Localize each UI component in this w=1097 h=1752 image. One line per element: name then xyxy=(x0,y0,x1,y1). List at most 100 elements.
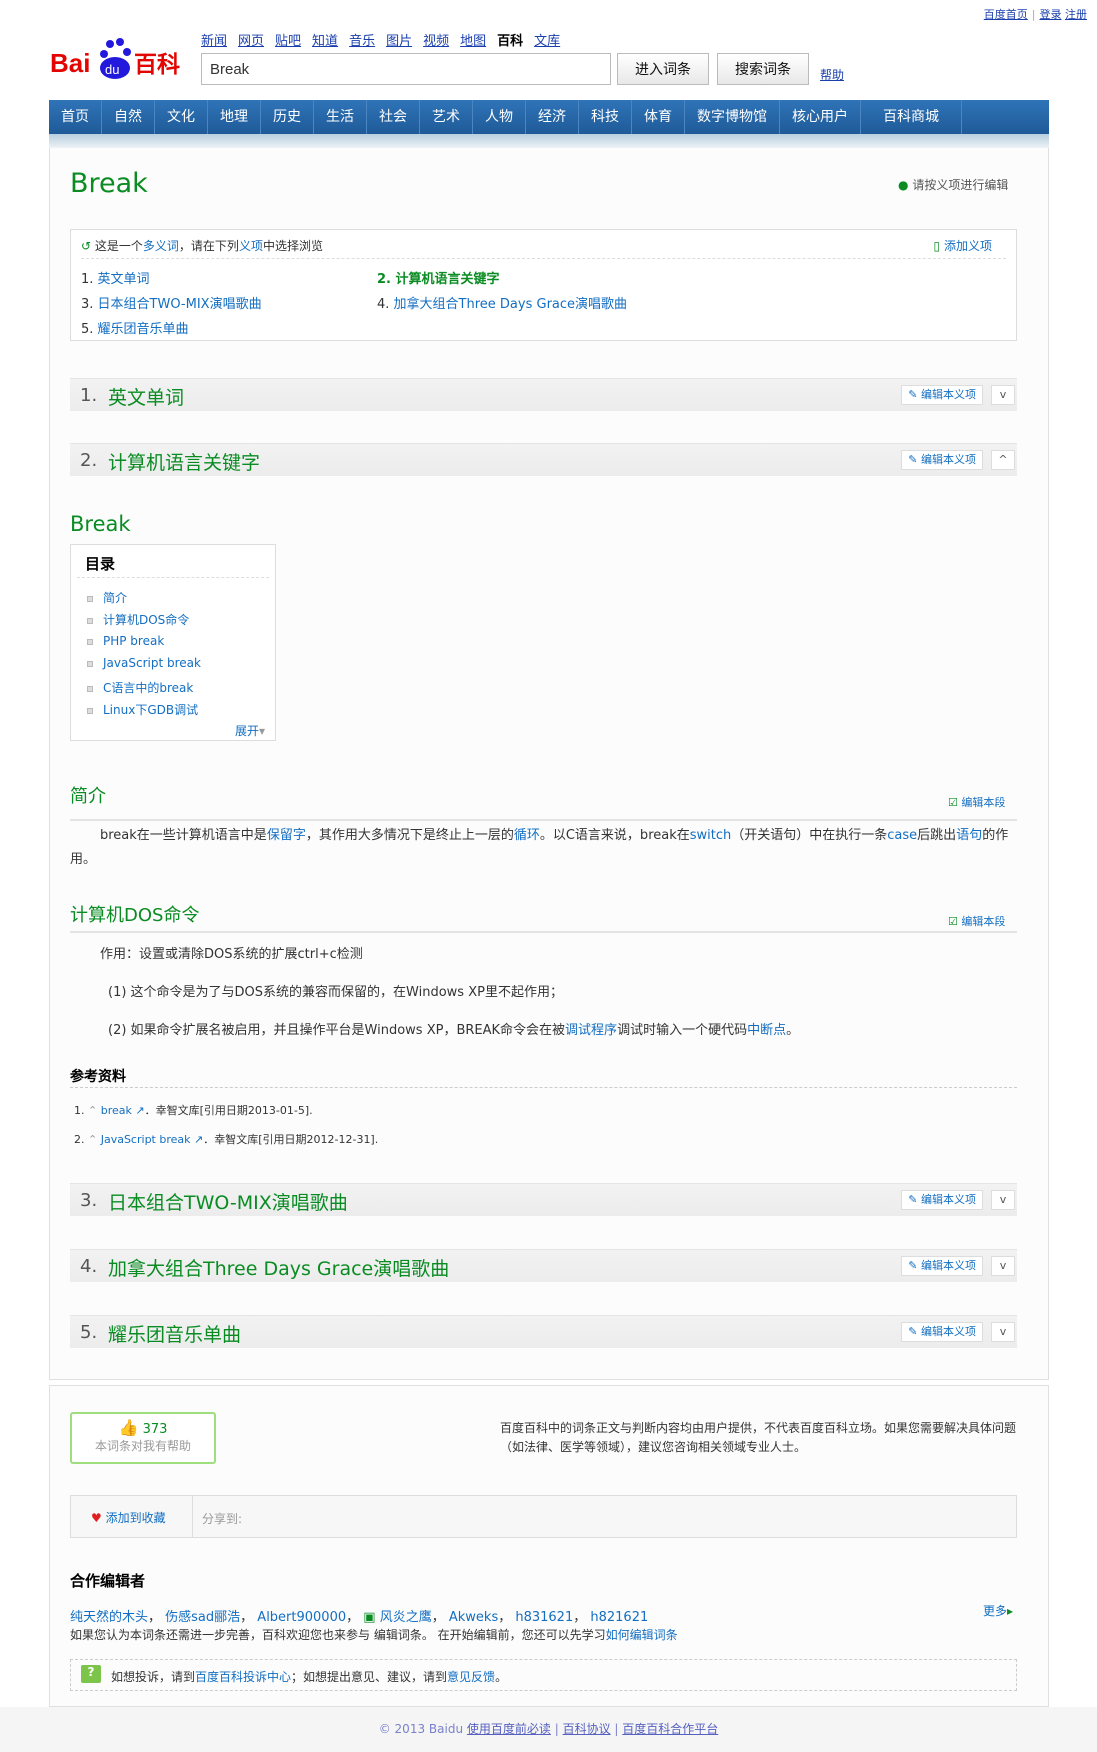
badge-icon: ▣ xyxy=(363,1610,376,1625)
sense-section-header: 5. 耀乐团音乐单曲 ✎ 编辑本义项 v xyxy=(70,1315,1017,1348)
product-web[interactable]: 网页 xyxy=(238,34,264,49)
thumbs-up-icon: 👍 xyxy=(118,1418,139,1437)
nav-item[interactable]: 自然 xyxy=(102,100,155,134)
reference-item: 2. ⌃ JavaScript break ↗．幸智文库[引用日期2012-12… xyxy=(74,1133,379,1146)
nav-item[interactable]: 体育 xyxy=(632,100,685,134)
svg-text:du: du xyxy=(105,62,119,77)
more-editors-link[interactable]: 更多▸ xyxy=(983,1602,1013,1619)
section-heading: 简介 xyxy=(70,786,106,807)
nav-item[interactable]: 数字博物馆 xyxy=(685,100,780,134)
chevron-down-icon[interactable]: v xyxy=(991,1322,1015,1342)
add-sense-button[interactable]: ▯ 添加义项 xyxy=(934,237,992,254)
edit-paragraph-button[interactable]: ☑ 编辑本段 xyxy=(948,913,1005,929)
question-icon: ? xyxy=(81,1665,101,1683)
sense-option[interactable]: 1. 英文单词 xyxy=(81,268,150,287)
edit-paragraph-button[interactable]: ☑ 编辑本段 xyxy=(948,794,1005,810)
edit-sense-button[interactable]: ✎ 编辑本义项 xyxy=(901,1256,983,1276)
editor-list: 纯天然的木头， 伤感sad郦浩， Albert900000， ▣ 风炎之鹰， A… xyxy=(70,1610,649,1625)
nav-item[interactable]: 历史 xyxy=(261,100,314,134)
share-label: 分享到: xyxy=(202,1512,243,1526)
dos-line: 作用：设置或清除DOS系统的扩展ctrl+c检测 xyxy=(100,947,363,962)
dos-line: (1) 这个命令是为了与DOS系统的兼容而保留的，在Windows XP里不起作… xyxy=(108,985,563,1000)
product-image[interactable]: 图片 xyxy=(386,34,412,49)
intro-paragraph: break在一些计算机语言中是保留字，其作用大多情况下是终止上一层的循环。以C语… xyxy=(70,828,1009,867)
chevron-down-icon[interactable]: v xyxy=(991,385,1015,405)
edit-sense-button[interactable]: ✎ 编辑本义项 xyxy=(901,1322,983,1342)
toc-item[interactable]: C语言中的break xyxy=(87,679,193,696)
search-input[interactable] xyxy=(201,53,611,85)
chevron-up-icon[interactable]: ^ xyxy=(991,450,1015,470)
page-title: Break xyxy=(70,168,148,199)
toc-item[interactable]: PHP break xyxy=(87,634,164,648)
feedback-notice: ? 如想投诉，请到百度百科投诉中心；如想提出意见、建议，请到意见反馈。 xyxy=(70,1659,1017,1691)
nav-item[interactable]: 社会 xyxy=(367,100,420,134)
sense-option[interactable]: 5. 耀乐团音乐单曲 xyxy=(81,318,189,337)
external-link-icon[interactable]: ↗ xyxy=(135,1104,144,1117)
nav-item[interactable]: 经济 xyxy=(526,100,579,134)
lightbulb-icon: ● xyxy=(898,178,909,192)
product-zhidao[interactable]: 知道 xyxy=(312,34,338,49)
product-nav: 新闻 网页 贴吧 知道 音乐 图片 视频 地图 百科 文库 xyxy=(201,30,571,49)
product-wenku[interactable]: 文库 xyxy=(534,34,560,49)
svg-text:百科: 百科 xyxy=(134,52,180,78)
product-video[interactable]: 视频 xyxy=(423,34,449,49)
edit-sense-button[interactable]: ✎ 编辑本义项 xyxy=(901,385,983,405)
product-tieba[interactable]: 贴吧 xyxy=(275,34,301,49)
toc-item[interactable]: 简介 xyxy=(87,589,127,606)
add-doc-icon: ▯ xyxy=(933,239,941,253)
references-heading: 参考资料 xyxy=(70,1069,126,1085)
nav-item[interactable]: 生活 xyxy=(314,100,367,134)
sense-option[interactable]: 4. 加拿大组合Three Days Grace演唱歌曲 xyxy=(377,293,627,312)
product-baike: 百科 xyxy=(497,34,524,49)
edit-sense-button[interactable]: ✎ 编辑本义项 xyxy=(901,1190,983,1210)
polysemy-icon: ↺ xyxy=(81,239,92,253)
add-favorite-button[interactable]: ♥ 添加到收藏 xyxy=(91,1509,166,1526)
chevron-down-icon[interactable]: v xyxy=(991,1190,1015,1210)
disclaimer: 百度百科中的词条正文与判断内容均由用户提供，不代表百度百科立场。如果您需要解决具… xyxy=(500,1421,1017,1454)
search-entry-button[interactable]: 搜索词条 xyxy=(717,53,809,85)
dos-line: (2) 如果命令扩展名被启用，并且操作平台是Windows XP，BREAK命令… xyxy=(108,1023,800,1038)
nav-item[interactable]: 人物 xyxy=(473,100,526,134)
polysemy-link[interactable]: 多义词 xyxy=(143,239,179,253)
section-heading: 计算机DOS命令 xyxy=(70,905,200,926)
sense-section-header: 1. 英文单词 ✎ 编辑本义项 v xyxy=(70,378,1017,411)
share-bar: ♥ 添加到收藏 分享到: xyxy=(70,1495,1017,1538)
login-link[interactable]: 登录 xyxy=(1040,8,1062,21)
category-nav: 首页 自然 文化 地理 历史 生活 社会 艺术 人物 经济 科技 体育 数字博物馆 核心用户 百科商城 xyxy=(49,100,1049,134)
help-link[interactable]: 帮助 xyxy=(820,66,844,83)
collaborators-heading: 合作编辑者 xyxy=(70,1572,146,1590)
nav-item[interactable]: 艺术 xyxy=(420,100,473,134)
nav-item[interactable]: 百科商城 xyxy=(861,100,962,134)
toc-expand-button[interactable]: 展开▾ xyxy=(235,722,265,739)
product-map[interactable]: 地图 xyxy=(460,34,486,49)
sense-section-header: 3. 日本组合TWO-MIX演唱歌曲 ✎ 编辑本义项 v xyxy=(70,1183,1017,1216)
disambiguation-header: ↺ 这是一个多义词，请在下列义项中选择浏览 ▯ 添加义项 xyxy=(81,237,1006,259)
nav-item[interactable]: 地理 xyxy=(208,100,261,134)
edit-tip: ● 请按义项进行编辑 xyxy=(898,178,1009,192)
heart-icon: ♥ xyxy=(91,1511,102,1525)
toc-item[interactable]: JavaScript break xyxy=(87,656,201,670)
nav-item[interactable]: 核心用户 xyxy=(780,100,861,134)
nav-item[interactable]: 文化 xyxy=(155,100,208,134)
toc-item[interactable]: Linux下GDB调试 xyxy=(87,701,198,718)
svg-text:Bai: Bai xyxy=(50,48,90,78)
external-link-icon[interactable]: ↗ xyxy=(194,1133,203,1146)
sense-option[interactable]: 3. 日本组合TWO-MIX演唱歌曲 xyxy=(81,293,262,312)
chevron-down-icon[interactable]: v xyxy=(991,1256,1015,1276)
helpful-button[interactable]: 👍 373 本词条对我有帮助 xyxy=(70,1412,216,1464)
toc-item[interactable]: 计算机DOS命令 xyxy=(87,611,189,628)
nav-item[interactable]: 科技 xyxy=(579,100,632,134)
sense-link[interactable]: 义项 xyxy=(239,239,263,253)
register-link[interactable]: 注册 xyxy=(1065,8,1087,21)
nav-item[interactable]: 首页 xyxy=(49,100,102,134)
baidu-home-link[interactable]: 百度首页 xyxy=(984,8,1028,21)
sense-section-header: 2. 计算机语言关键字 ✎ 编辑本义项 ^ xyxy=(70,443,1017,476)
baidu-baike-logo[interactable]: Bai du 百科 xyxy=(50,36,185,80)
enter-entry-button[interactable]: 进入词条 xyxy=(617,53,709,85)
page-footer: © 2013 Baidu 使用百度前必读 | 百科协议 | 百度百科合作平台 xyxy=(0,1707,1097,1752)
disambiguation-box: ↺ 这是一个多义词，请在下列义项中选择浏览 ▯ 添加义项 1. 英文单词 2. … xyxy=(70,229,1017,341)
edit-sense-button[interactable]: ✎ 编辑本义项 xyxy=(901,450,983,470)
product-news[interactable]: 新闻 xyxy=(201,34,227,49)
edit-invite: 如果您认为本词条还需进一步完善，百科欢迎您也来参与 编辑词条。 在开始编辑前，您… xyxy=(70,1628,678,1642)
product-music[interactable]: 音乐 xyxy=(349,34,375,49)
